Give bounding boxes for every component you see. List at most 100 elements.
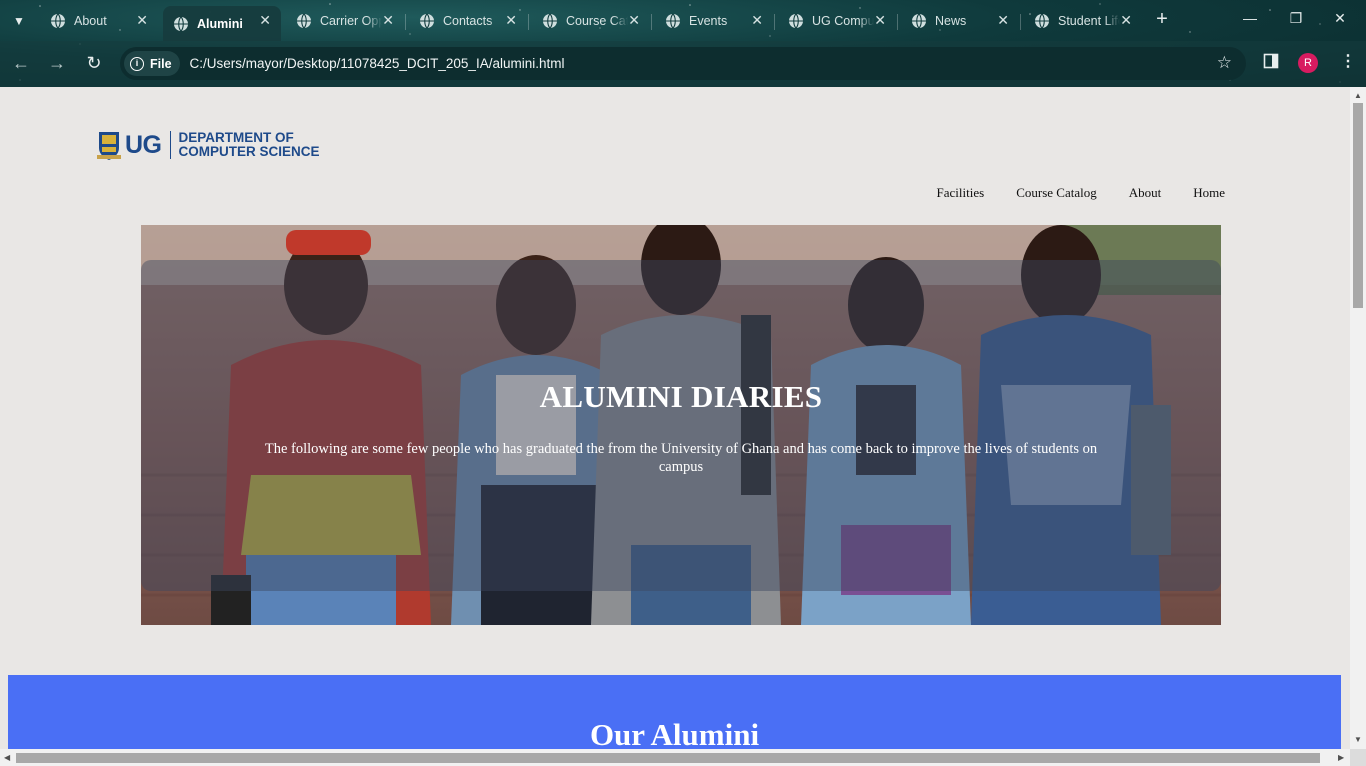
globe-icon — [174, 16, 188, 31]
tab-separator — [405, 14, 406, 30]
new-tab-button[interactable]: + — [1152, 9, 1172, 31]
forward-button[interactable]: → — [45, 52, 69, 76]
tab-label: Alumini — [197, 16, 243, 31]
globe-icon — [789, 13, 803, 29]
tab-label: UG Computer Science — [812, 14, 874, 28]
close-window-button[interactable]: ✕ — [1330, 10, 1350, 27]
horizontal-scrollbar[interactable]: ◀ ▶ — [0, 749, 1350, 766]
logo-department: DEPARTMENT OF COMPUTER SCIENCE — [179, 131, 320, 159]
reload-icon: ↻ — [86, 53, 102, 73]
bookmark-star-icon[interactable]: ☆ — [1217, 53, 1232, 73]
side-panel-icon — [1263, 53, 1279, 69]
logo-divider — [169, 131, 171, 159]
hero-description: The following are some few people who ha… — [264, 441, 1098, 475]
tab-ug-computer[interactable]: UG Computer Science ✕ — [778, 6, 896, 36]
scroll-right-icon[interactable]: ▶ — [1338, 753, 1344, 762]
tab-separator — [1020, 14, 1021, 30]
site-info-chip[interactable]: i File — [124, 51, 180, 76]
kebab-menu-icon: ⋮ — [1340, 53, 1356, 70]
reload-button[interactable]: ↻ — [82, 52, 106, 76]
back-button[interactable]: ← — [9, 52, 33, 76]
tab-label: News — [935, 14, 967, 28]
tab-separator — [774, 14, 775, 30]
tab-separator — [651, 14, 652, 30]
minimize-icon: — — [1243, 10, 1257, 26]
close-icon[interactable]: ✕ — [505, 12, 517, 29]
globe-icon — [543, 13, 557, 29]
close-icon[interactable]: ✕ — [1120, 12, 1132, 29]
tab-events[interactable]: Events ✕ — [655, 6, 773, 36]
tab-alumini[interactable]: Alumini ✕ — [163, 6, 281, 41]
tab-carrier[interactable]: Carrier Opportunities ✕ — [286, 6, 404, 36]
tab-label: Contacts — [443, 14, 493, 28]
chevron-down-icon: ▼ — [13, 14, 25, 28]
nav-facilities[interactable]: Facilities — [937, 185, 985, 201]
vertical-scroll-thumb[interactable] — [1353, 103, 1363, 308]
nav-about[interactable]: About — [1129, 185, 1162, 201]
globe-icon — [420, 13, 434, 29]
browser-toolbar: ← → ↻ i File C:/Users/mayor/Desktop/1107… — [0, 41, 1366, 87]
site-chip-label: File — [150, 56, 172, 71]
nav-home[interactable]: Home — [1193, 185, 1225, 201]
hero-overlay — [141, 260, 1221, 591]
restore-button[interactable]: ❐ — [1286, 10, 1306, 27]
close-icon: ✕ — [1334, 10, 1346, 26]
tab-label: Carrier Opportunities — [320, 14, 382, 28]
hero-title: ALUMINI DIARIES — [539, 379, 823, 414]
logo-dept-line1: DEPARTMENT OF — [178, 130, 294, 145]
tab-contacts[interactable]: Contacts ✕ — [409, 6, 527, 36]
tab-label: Events — [689, 14, 728, 28]
horizontal-scroll-thumb[interactable] — [16, 753, 1320, 763]
scroll-up-icon[interactable]: ▲ — [1354, 91, 1362, 100]
tab-course[interactable]: Course Catalog ✕ — [532, 6, 650, 36]
close-icon[interactable]: ✕ — [628, 12, 640, 29]
tab-label: Student Life — [1058, 14, 1120, 28]
ug-crest-icon — [97, 132, 121, 160]
close-icon[interactable]: ✕ — [136, 12, 148, 29]
globe-icon — [51, 13, 65, 29]
address-bar[interactable]: i File C:/Users/mayor/Desktop/11078425_D… — [120, 47, 1246, 80]
globe-icon — [666, 13, 680, 29]
info-icon: i — [130, 56, 144, 71]
minimize-button[interactable]: — — [1240, 10, 1260, 26]
scroll-left-icon[interactable]: ◀ — [4, 753, 10, 762]
tab-separator — [897, 14, 898, 30]
hero-banner: ALUMINI DIARIES The following are some f… — [141, 225, 1221, 625]
main-nav: Facilities Course Catalog About Home — [905, 185, 1225, 201]
nav-course-catalog[interactable]: Course Catalog — [1016, 185, 1097, 201]
close-icon[interactable]: ✕ — [259, 12, 271, 29]
close-icon[interactable]: ✕ — [874, 12, 886, 29]
tab-search-button[interactable]: ▼ — [6, 8, 32, 34]
tab-strip: ▼ About ✕ Alumini ✕ Carrier Opportunitie… — [0, 0, 1366, 41]
restore-icon: ❐ — [1289, 10, 1303, 26]
profile-avatar[interactable]: R — [1298, 53, 1318, 73]
tab-about[interactable]: About ✕ — [40, 6, 158, 36]
arrow-left-icon: ← — [12, 53, 30, 73]
url-text[interactable]: C:/Users/mayor/Desktop/11078425_DCIT_205… — [190, 56, 565, 71]
alumni-section-title: Our Alumini — [589, 717, 760, 749]
close-icon[interactable]: ✕ — [751, 12, 763, 29]
close-icon[interactable]: ✕ — [382, 12, 394, 29]
tab-student[interactable]: Student Life ✕ — [1024, 6, 1142, 36]
alumni-section: Our Alumini — [8, 675, 1341, 749]
tab-news[interactable]: News ✕ — [901, 6, 1019, 36]
web-page: UG DEPARTMENT OF COMPUTER SCIENCE Facili… — [0, 87, 1350, 749]
ug-logo[interactable]: UG DEPARTMENT OF COMPUTER SCIENCE — [97, 129, 320, 161]
globe-icon — [297, 13, 311, 29]
vertical-scrollbar[interactable]: ▲ ▼ — [1350, 87, 1366, 749]
globe-icon — [912, 13, 926, 29]
tab-separator — [528, 14, 529, 30]
logo-dept-line2: COMPUTER SCIENCE — [178, 144, 320, 159]
close-icon[interactable]: ✕ — [997, 12, 1009, 29]
side-panel-button[interactable] — [1263, 53, 1279, 74]
scroll-down-icon[interactable]: ▼ — [1354, 735, 1362, 744]
plus-icon: + — [1156, 8, 1168, 30]
browser-chrome: ▼ About ✕ Alumini ✕ Carrier Opportunitie… — [0, 0, 1366, 87]
arrow-right-icon: → — [48, 53, 66, 73]
menu-button[interactable]: ⋮ — [1340, 51, 1356, 71]
tab-label: Course Catalog — [566, 14, 628, 28]
tab-label: About — [74, 14, 107, 28]
scrollbar-corner — [1350, 749, 1366, 766]
globe-icon — [1035, 13, 1049, 29]
logo-ug-text: UG — [125, 130, 162, 159]
